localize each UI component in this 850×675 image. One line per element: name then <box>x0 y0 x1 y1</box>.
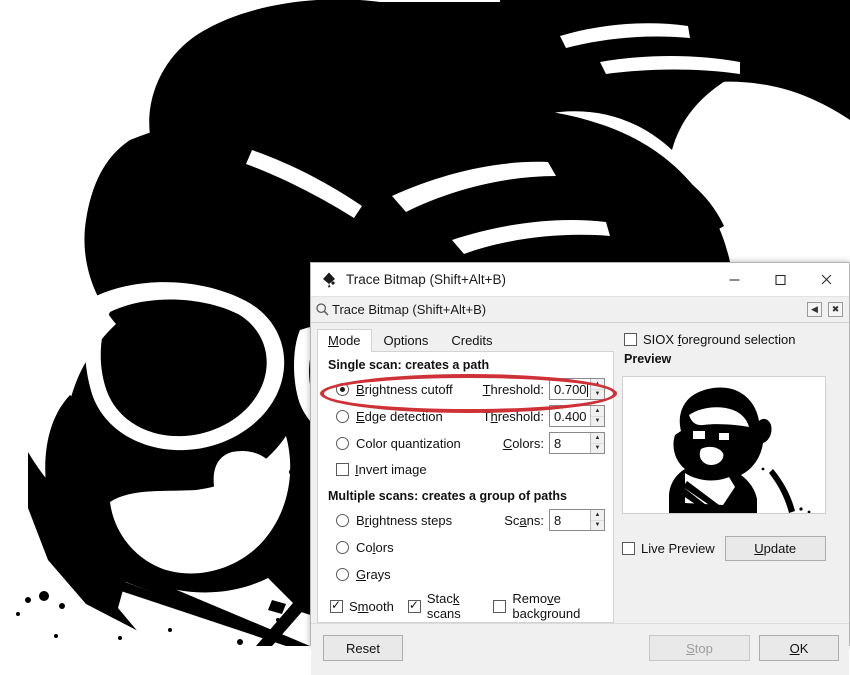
label-live-preview: Live Preview <box>641 541 715 556</box>
panel-close-button[interactable]: ✖ <box>828 302 843 317</box>
reset-button[interactable]: Reset <box>323 635 403 661</box>
tab-mode[interactable]: Mode <box>317 329 372 352</box>
trace-bitmap-icon <box>315 302 330 317</box>
trace-bitmap-dialog: Trace Bitmap (Shift+Alt+B) Trace Bitmap … <box>310 262 850 675</box>
preview-heading: Preview <box>624 352 672 366</box>
maximize-button[interactable] <box>757 263 803 296</box>
preview-column: SIOX foreground selection Preview Live P… <box>614 323 849 623</box>
panel-header: Trace Bitmap (Shift+Alt+B) ◀ ✖ <box>311 297 849 323</box>
label-edge-detection: Edge detection <box>356 408 443 424</box>
option-row-grays[interactable]: Grays <box>326 561 605 587</box>
label-color-quantization: Color quantization <box>356 435 461 451</box>
label-brightness-steps: Brightness steps <box>356 512 453 528</box>
preview-traced-image <box>623 377 825 513</box>
ok-button-label: OK <box>789 640 809 656</box>
preview-image-box <box>622 376 826 514</box>
dock-collapse-button[interactable]: ◀ <box>807 302 822 317</box>
label-grays: Grays <box>356 566 391 582</box>
threshold-edge-value: 0.400 <box>554 408 587 424</box>
tab-mode-label: ode <box>338 333 361 348</box>
checkbox-live-preview[interactable] <box>622 542 635 555</box>
update-button[interactable]: Update <box>724 536 826 561</box>
ok-button[interactable]: OK <box>759 635 839 661</box>
siox-row[interactable]: SIOX foreground selection <box>624 332 839 347</box>
threshold-brightness-value: 0.700 <box>550 379 590 399</box>
label-remove-background: Remove background <box>512 591 581 621</box>
tab-strip: Mode Options Credits <box>317 329 614 352</box>
radio-colors[interactable] <box>336 540 349 554</box>
label-smooth: Smooth <box>349 598 394 614</box>
scans-value: 8 <box>554 512 562 528</box>
tab-credits[interactable]: Credits <box>440 329 503 352</box>
option-row-brightness-cutoff[interactable]: Brightness cutoff Threshold: 0.700 ▲ ▼ <box>326 376 605 402</box>
label-colors: Colors: <box>502 435 544 451</box>
label-scans: Scans: <box>504 512 544 528</box>
radio-brightness-steps[interactable] <box>336 513 349 527</box>
radio-color-quantization[interactable] <box>336 436 349 450</box>
checkbox-stack-scans[interactable] <box>407 598 421 613</box>
reset-button-label: Reset <box>346 640 380 656</box>
dialog-body: Mode Options Credits Single scan: create… <box>311 323 849 623</box>
spinner-colors[interactable]: ▲ ▼ <box>590 433 604 453</box>
spinner-threshold-brightness[interactable]: ▲ ▼ <box>590 379 604 399</box>
dialog-title: Trace Bitmap (Shift+Alt+B) <box>346 272 507 287</box>
dialog-titlebar[interactable]: Trace Bitmap (Shift+Alt+B) <box>311 263 849 297</box>
single-scan-heading: Single scan: creates a path <box>328 358 490 372</box>
live-preview-row: Live Preview Update <box>622 536 839 561</box>
mode-column: Mode Options Credits Single scan: create… <box>311 323 617 623</box>
toggle-live-preview[interactable]: Live Preview <box>622 541 715 556</box>
tab-options[interactable]: Options <box>373 329 440 352</box>
radio-brightness-cutoff[interactable] <box>336 382 349 396</box>
label-siox-foreground-selection: SIOX foreground selection <box>643 332 796 347</box>
checkbox-smooth[interactable] <box>330 598 343 613</box>
panel-title: Trace Bitmap (Shift+Alt+B) <box>332 302 487 317</box>
spinner-scans[interactable]: ▲ ▼ <box>590 510 604 530</box>
stop-button-label: Stop <box>686 640 713 656</box>
checkbox-remove-background[interactable] <box>493 599 507 613</box>
checkbox-siox-foreground-selection[interactable] <box>624 333 637 346</box>
toggle-stack-scans[interactable]: Stack scans <box>407 591 480 621</box>
dialog-footer: Reset Stop OK <box>311 623 849 675</box>
input-scans[interactable]: 8 ▲ ▼ <box>549 509 605 531</box>
tab-mode-mnemonic: M <box>328 333 339 348</box>
inkscape-logo-icon <box>320 271 338 289</box>
option-row-color-quantization[interactable]: Color quantization Colors: 8 ▲ ▼ <box>326 430 605 456</box>
input-threshold-brightness[interactable]: 0.700 ▲ ▼ <box>549 378 605 400</box>
label-invert-image: Invert image <box>355 461 427 477</box>
multiple-scans-heading: Multiple scans: creates a group of paths <box>328 489 567 503</box>
option-row-colors[interactable]: Colors <box>326 534 605 560</box>
spinner-threshold-edge[interactable]: ▲ ▼ <box>590 406 604 426</box>
label-threshold-brightness: Threshold: <box>482 381 544 397</box>
toggle-smooth[interactable]: Smooth <box>330 598 394 614</box>
stop-button: Stop <box>649 635 750 661</box>
input-threshold-edge[interactable]: 0.400 ▲ ▼ <box>549 405 605 427</box>
minimize-button[interactable] <box>711 263 757 296</box>
mode-tab-panel: Single scan: creates a path Brightness c… <box>317 351 617 623</box>
option-row-edge-detection[interactable]: Edge detection Threshold: 0.400 ▲ ▼ <box>326 403 605 429</box>
label-colors-option: Colors <box>356 539 394 555</box>
checkbox-invert-image[interactable] <box>336 462 349 476</box>
label-brightness-cutoff: Brightness cutoff <box>356 381 453 397</box>
update-button-label: Update <box>754 541 797 556</box>
toggle-remove-background[interactable]: Remove background <box>493 591 605 621</box>
input-colors[interactable]: 8 ▲ ▼ <box>549 432 605 454</box>
colors-value: 8 <box>554 435 562 451</box>
radio-edge-detection[interactable] <box>336 409 349 423</box>
radio-grays[interactable] <box>336 567 349 581</box>
scan-toggles-row: Smooth Stack scans Remove background <box>330 591 605 621</box>
label-stack-scans: Stack scans <box>426 591 461 621</box>
label-threshold-edge: Threshold: <box>482 408 544 424</box>
option-row-brightness-steps[interactable]: Brightness steps Scans: 8 ▲ ▼ <box>326 507 605 533</box>
option-row-invert-image[interactable]: Invert image <box>326 457 605 481</box>
close-button[interactable] <box>803 263 849 296</box>
